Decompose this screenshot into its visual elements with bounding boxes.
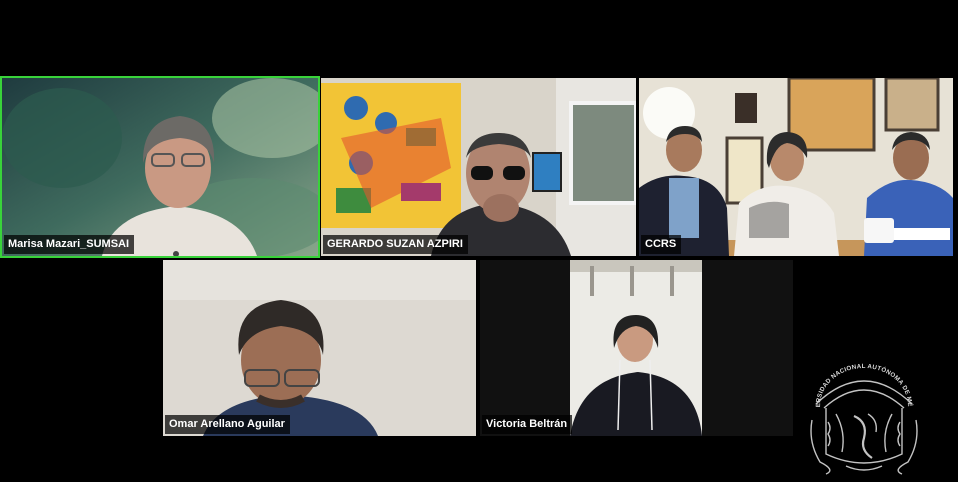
svg-text:UNIVERSIDAD NACIONAL AUTÓNOMA: UNIVERSIDAD NACIONAL AUTÓNOMA DE MÉXICO — [806, 362, 914, 407]
video-feed-gerardo — [321, 78, 636, 256]
participant-name-label: CCRS — [641, 235, 682, 254]
unam-seal-text: UNIVERSIDAD NACIONAL AUTÓNOMA DE MÉXICO — [803, 357, 913, 407]
participant-name-label: Marisa Mazari_SUMSAI — [4, 235, 135, 254]
participant-name-label: GERARDO SUZAN AZPIRI — [323, 235, 468, 254]
video-feed-ccrs — [639, 78, 953, 256]
participant-name-label: Omar Arellano Aguilar — [165, 415, 290, 434]
video-tile-omar[interactable]: Omar Arellano Aguilar — [163, 260, 476, 436]
video-tile-victoria[interactable]: Victoria Beltrán — [480, 260, 793, 436]
video-feed-victoria — [480, 260, 793, 436]
unam-seal-icon: UNIVERSIDAD NACIONAL AUTÓNOMA DE MÉXICO — [803, 357, 922, 476]
video-feed-omar — [163, 260, 476, 436]
video-tile-marisa[interactable]: Marisa Mazari_SUMSAI — [0, 76, 320, 258]
video-feed-marisa — [2, 78, 318, 256]
participant-name-label: Victoria Beltrán — [482, 415, 573, 434]
video-tile-ccrs[interactable]: CCRS — [639, 78, 953, 256]
video-tile-gerardo[interactable]: GERARDO SUZAN AZPIRI — [321, 78, 636, 256]
